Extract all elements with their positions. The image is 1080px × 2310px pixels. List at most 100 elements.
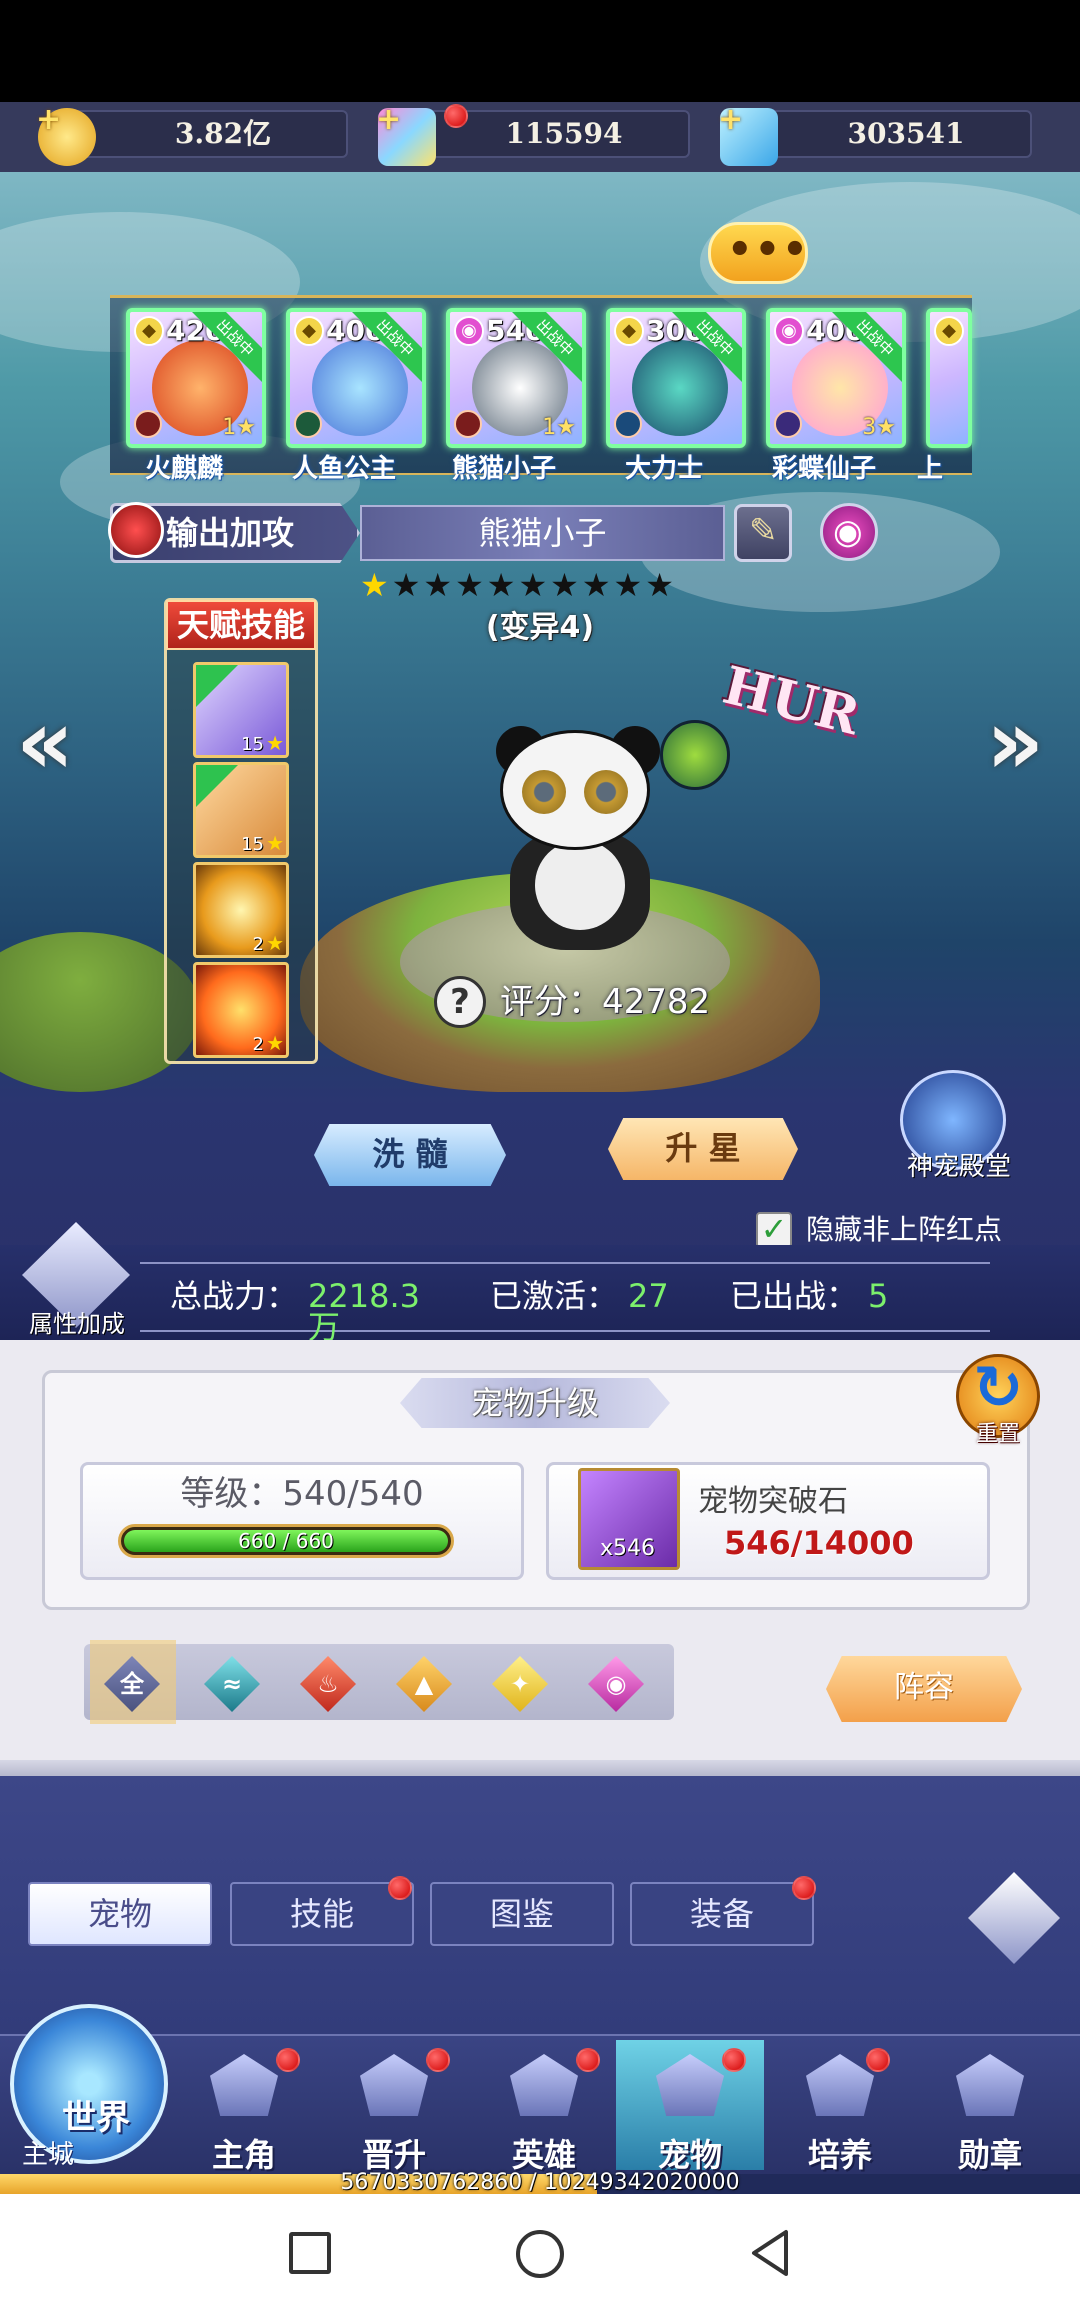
element-icon: ◆	[134, 316, 164, 346]
hammer-icon	[660, 720, 730, 790]
add-crystal-icon[interactable]: +	[376, 102, 401, 137]
recent-apps-icon[interactable]	[289, 2232, 331, 2274]
diamond-value: 303541	[847, 117, 965, 150]
crystal-icon	[806, 2054, 874, 2116]
hero-name: 熊猫小子	[451, 454, 556, 484]
helmet-icon	[510, 2054, 578, 2116]
element-icon: ◆	[614, 316, 644, 346]
max-star-tag	[196, 665, 238, 707]
panda-belly	[535, 840, 625, 930]
deployed-value: 5	[868, 1277, 889, 1315]
hero-stars: 3★	[862, 415, 896, 440]
talent-title: 天赋技能	[166, 600, 316, 650]
world-label: 世界	[62, 2098, 130, 2138]
crystal-value: 115594	[505, 117, 623, 150]
divider	[0, 1760, 1080, 1776]
talent-skill[interactable]: 15 ★	[193, 662, 289, 758]
status-bar	[0, 0, 1080, 102]
add-diamond-icon[interactable]: +	[718, 102, 743, 137]
rename-button[interactable]	[734, 504, 792, 562]
ellipsis-icon: •••	[727, 227, 810, 273]
star-icon: ★	[518, 566, 551, 604]
star-icon: ★	[645, 566, 677, 604]
next-pet-arrow-icon[interactable]: »	[986, 690, 1044, 795]
hero-name: 大力士	[624, 454, 703, 484]
deployed-label: 已出战：	[730, 1277, 859, 1315]
hero-name: 上	[916, 454, 943, 484]
wash-button[interactable]: 洗 髓	[314, 1124, 506, 1186]
lineup-button[interactable]: 阵容	[826, 1656, 1022, 1722]
pet-name: 熊猫小子	[478, 514, 607, 552]
star-icon: ★	[486, 566, 519, 604]
tab-equipment[interactable]: 装备	[630, 1882, 814, 1946]
star-icon: ★	[266, 731, 284, 755]
hero-card[interactable]: ◆ 300 出战中	[606, 308, 746, 448]
back-icon[interactable]	[750, 2228, 790, 2278]
crossed-swords-icon	[108, 502, 164, 558]
stone-quantity: x546	[600, 1536, 656, 1561]
star-icon: ★	[423, 566, 456, 604]
star-up-button[interactable]: 升 星	[608, 1118, 798, 1180]
nav-red-dot	[426, 2048, 450, 2072]
role-label: 输出加攻	[166, 514, 295, 552]
star-icon: ★	[613, 566, 646, 604]
hero-card[interactable]: ◉ 540 出战中 1★	[446, 308, 586, 448]
tab-codex[interactable]: 图鉴	[430, 1882, 614, 1946]
score-label: 评分：	[500, 982, 602, 1022]
tab-pets[interactable]: 宠物	[28, 1882, 212, 1946]
class-icon	[774, 410, 802, 438]
view-button[interactable]	[820, 503, 878, 561]
hero-name: 火麒麟	[144, 454, 223, 484]
element-icon: ◉	[454, 316, 484, 346]
nav-red-dot	[866, 2048, 890, 2072]
nav-red-dot	[722, 2048, 746, 2072]
total-power-unit: 万	[308, 1308, 341, 1346]
chat-bubble-button[interactable]: •••	[708, 222, 808, 284]
level-label: 等级：540/540	[180, 1474, 424, 1514]
nav-medals[interactable]: 勋章	[916, 2040, 1064, 2174]
stone-name: 宠物突破石	[698, 1484, 848, 1519]
score-help-icon[interactable]: ?	[434, 976, 486, 1028]
previous-pet-arrow-icon[interactable]: «	[16, 690, 74, 795]
hero-name: 人鱼公主	[291, 454, 396, 484]
panda-pet-figure[interactable]	[460, 720, 740, 960]
tab-skills[interactable]: 技能	[230, 1882, 414, 1946]
hero-stars: 1★	[222, 415, 256, 440]
nav-red-dot	[576, 2048, 600, 2072]
hero-strip: ◆ 420 出战中 1★ 火麒麟 ◆ 400 出战中 人鱼公主 ◉ 540 出战…	[110, 295, 972, 484]
hero-card[interactable]: ◆	[926, 308, 972, 448]
star-icon: ★	[266, 831, 284, 855]
stone-progress: 546/14000	[724, 1524, 914, 1562]
star-icon: ★	[455, 566, 487, 604]
resource-bar: + 3.82亿 + 115594 + 303541	[0, 102, 1080, 172]
add-gold-icon[interactable]: +	[36, 102, 61, 137]
goggle-icon	[584, 770, 628, 814]
god-pet-hall-label: 神宠殿堂	[906, 1152, 1011, 1182]
gold-counter[interactable]: + 3.82亿	[36, 102, 348, 166]
star-icon: ★	[360, 566, 392, 604]
talent-skill[interactable]: 2 ★	[193, 862, 289, 958]
hero-card[interactable]: ◉ 400 出战中 3★	[766, 308, 906, 448]
class-icon	[134, 410, 162, 438]
talent-skill[interactable]: 15 ★	[193, 762, 289, 858]
horse-icon	[210, 2054, 278, 2116]
goggle-icon	[522, 770, 566, 814]
diamond-counter[interactable]: + 303541	[718, 102, 1032, 166]
skill-level: 15	[241, 834, 264, 855]
wings-icon	[360, 2054, 428, 2116]
star-rating: ★★★★★★★★★★	[360, 566, 700, 606]
hero-card[interactable]: ◆ 420 出战中 1★	[126, 308, 266, 448]
crystal-counter[interactable]: + 115594	[376, 102, 690, 166]
activated-label: 已激活：	[490, 1277, 619, 1315]
attribute-bonus-label: 属性加成	[29, 1310, 125, 1338]
nav-cultivate[interactable]: 培养	[766, 2040, 914, 2174]
star-icon: ★	[550, 566, 582, 604]
element-icon: ◆	[934, 316, 964, 346]
home-icon[interactable]	[516, 2230, 564, 2278]
hide-red-dot-checkbox[interactable]: ✓	[756, 1212, 792, 1248]
star-icon: ★	[266, 931, 284, 955]
hero-card[interactable]: ◆ 400 出战中	[286, 308, 426, 448]
total-power-label: 总战力：	[170, 1277, 299, 1315]
mutation-label: (变异4)	[485, 610, 595, 645]
talent-skill[interactable]: 2 ★	[193, 962, 289, 1058]
